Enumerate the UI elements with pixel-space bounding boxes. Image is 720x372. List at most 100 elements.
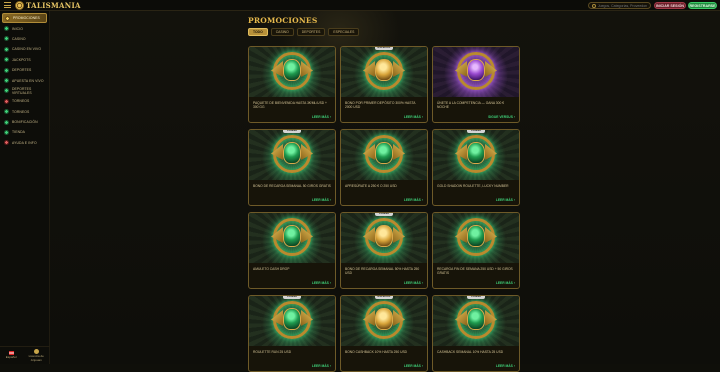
logo[interactable]: TALISMANIA: [15, 0, 81, 10]
promo-card[interactable]: ÚNETE A LA COMPETENCIA — GANA 300 € NOCH…: [432, 46, 520, 123]
live-casino-icon: [4, 46, 9, 52]
promo-image: [433, 213, 519, 263]
promo-card[interactable]: CASINO CASHBACK SEMANAL 10% HASTA 25 USD L…: [432, 295, 520, 372]
promo-card[interactable]: CASINO BONO DE RECARGA SEMANAL 50% HASTA …: [340, 212, 428, 289]
promo-badge: CASINO: [375, 213, 393, 216]
read-more-label: LEER MÁS: [403, 364, 421, 368]
promo-title: GOLD SHADOW ROULETTE, LUCKY NUMBER: [437, 184, 509, 188]
sidebar-item-label: APUESTA EN VIVO: [12, 78, 44, 83]
promo-image: [249, 296, 335, 346]
promo-card[interactable]: APRESÚRATE A 250 € O 250 USD LEER MÁS ›: [340, 129, 428, 206]
register-button[interactable]: REGISTRARSE: [688, 2, 717, 9]
bonus-icon: [4, 119, 9, 125]
promo-card[interactable]: CASINO BONO DE RECARGA SEMANAL 50 GIROS G…: [248, 129, 336, 206]
jackpot-icon: [4, 57, 9, 63]
promo-badge: CASINO: [467, 296, 485, 299]
promo-image: [249, 130, 335, 180]
promo-title: APRESÚRATE A 250 € O 250 USD: [345, 184, 397, 188]
promo-image: [341, 130, 427, 180]
promo-image: [341, 47, 427, 97]
sidebar-item-1[interactable]: INICIO: [0, 23, 49, 33]
read-more-link[interactable]: LEER MÁS ›: [496, 281, 515, 285]
shop-icon: [4, 129, 9, 135]
sidebar-item-5[interactable]: DEPORTES: [0, 65, 49, 75]
read-more-link[interactable]: LEER MÁS ›: [404, 198, 423, 202]
tab-1[interactable]: CASINO: [270, 28, 294, 36]
sidebar-item-label: CASINO EN VIVO: [12, 47, 42, 52]
sidebar-item-0[interactable]: PROMOCIONES: [2, 13, 47, 24]
read-more-link[interactable]: LEER MÁS ›: [312, 364, 331, 368]
read-more-label: LEER MÁS: [495, 364, 513, 368]
read-more-link[interactable]: SIGUE VERSUS ›: [488, 115, 515, 119]
tab-0[interactable]: TODO: [248, 28, 268, 36]
amulet-gem-icon: [283, 142, 301, 164]
amulet-gem-icon: [375, 142, 393, 164]
read-more-label: LEER MÁS: [403, 198, 421, 202]
sidebar-item-11[interactable]: TIENDA: [0, 127, 49, 137]
read-more-label: LEER MÁS: [495, 281, 513, 285]
promo-card[interactable]: ESPECIAL BONO POR PRIMER DEPÓSITO 300% HA…: [340, 46, 428, 123]
sidebar-item-3[interactable]: CASINO EN VIVO: [0, 44, 49, 54]
sidebar-item-label: BONIFICACIÓN: [12, 120, 38, 125]
menu-icon[interactable]: [4, 2, 11, 8]
promo-title: PAQUETE DE BIENVENIDA HASTA 3€/ML/USD + …: [253, 101, 327, 110]
sidebar-item-label: DEPORTES VIRTUALES: [12, 86, 32, 95]
home-icon: [4, 26, 9, 32]
read-more-label: LEER MÁS: [311, 115, 329, 119]
read-more-link[interactable]: LEER MÁS ›: [404, 364, 423, 368]
promo-card[interactable]: ESPECIAL BONO CASHBACK 10% HASTA 250 USD L…: [340, 295, 428, 372]
sidebar-list: PROMOCIONES INICIO CASINO CASINO EN VIVO JAC…: [0, 13, 49, 148]
read-more-link[interactable]: LEER MÁS ›: [312, 281, 331, 285]
promo-title: RECARGA FIN DE SEMANA 250 USD + 50 GIROS…: [437, 267, 513, 276]
read-more-link[interactable]: LEER MÁS ›: [404, 115, 423, 119]
sidebar-item-6[interactable]: APUESTA EN VIVO: [0, 75, 49, 85]
sidebar-item-7[interactable]: DEPORTES VIRTUALES: [0, 86, 49, 96]
tab-2[interactable]: DEPORTES: [296, 28, 326, 36]
gift-icon: [5, 15, 10, 21]
sidebar-item-label: DEPORTES: [12, 68, 32, 73]
sidebar-item-12[interactable]: AYUDA E INFO: [0, 138, 49, 148]
sidebar-item-4[interactable]: JACKPOTS: [0, 55, 49, 65]
search-box[interactable]: [588, 2, 651, 9]
promo-title: BONO DE RECARGA SEMANAL 50 GIROS GRATIS: [253, 184, 331, 188]
read-more-label: LEER MÁS: [403, 115, 421, 119]
sidebar-item-8[interactable]: TORNEOS: [0, 96, 49, 106]
sports-icon: [4, 67, 9, 73]
sidebar-item-label: INICIO: [12, 26, 23, 31]
sidebar-item-10[interactable]: BONIFICACIÓN: [0, 117, 49, 127]
sidebar-item-2[interactable]: CASINO: [0, 34, 49, 44]
promo-image: [249, 213, 335, 263]
promo-card[interactable]: PAQUETE DE BIENVENIDA HASTA 3€/ML/USD + …: [248, 46, 336, 123]
top-bar: TALISMANIA INICIAR SESIÓN REGISTRARSE: [0, 0, 720, 11]
amulet-gem-icon: [467, 225, 485, 247]
amulet-gem-icon: [375, 225, 393, 247]
language-selector[interactable]: Español: [6, 351, 17, 359]
sidebar-item-label: TIENDA: [12, 130, 26, 135]
chevron-right-icon: ›: [513, 115, 515, 119]
read-more-link[interactable]: LEER MÁS ›: [312, 198, 331, 202]
login-button[interactable]: INICIAR SESIÓN: [654, 2, 686, 9]
sidebar-item-9[interactable]: TORNEOS: [0, 107, 49, 117]
promo-card[interactable]: AMULETO CASH DROP LEER MÁS ›: [248, 212, 336, 289]
read-more-link[interactable]: LEER MÁS ›: [496, 198, 515, 202]
promo-card[interactable]: RECARGA FIN DE SEMANA 250 USD + 50 GIROS…: [432, 212, 520, 289]
read-more-label: LEER MÁS: [311, 198, 329, 202]
promo-card[interactable]: CASINO ROULETTE RUN 25 USD LEER MÁS ›: [248, 295, 336, 372]
tournament-icon: [4, 109, 9, 115]
license-link[interactable]: Licencia de Anjouan: [28, 349, 44, 362]
search-input[interactable]: [597, 3, 647, 8]
sidebar-item-label: AYUDA E INFO: [12, 140, 37, 145]
tab-3[interactable]: ESPECIALES: [328, 28, 360, 36]
sidebar-item-label: TORNEOS: [12, 109, 30, 114]
casino-icon: [4, 36, 9, 42]
logo-emblem-icon: [15, 0, 24, 10]
amulet-gem-icon: [375, 308, 393, 330]
read-more-link[interactable]: LEER MÁS ›: [496, 364, 515, 368]
chevron-right-icon: ›: [513, 281, 515, 285]
promo-title: BONO CASHBACK 10% HASTA 250 USD: [345, 350, 408, 354]
promo-card[interactable]: CASINO GOLD SHADOW ROULETTE, LUCKY NUMBER…: [432, 129, 520, 206]
read-more-link[interactable]: LEER MÁS ›: [404, 281, 423, 285]
promo-badge: ESPECIAL: [375, 47, 393, 50]
read-more-link[interactable]: LEER MÁS ›: [312, 115, 331, 119]
promo-title: BONO DE RECARGA SEMANAL 50% HASTA 250 US…: [345, 267, 420, 276]
